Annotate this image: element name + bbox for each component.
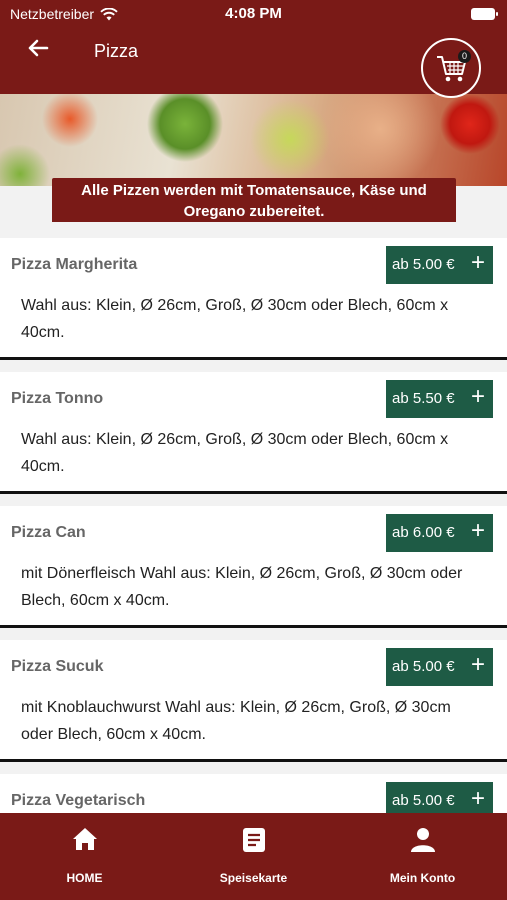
plus-icon: +: [470, 249, 485, 276]
pizza-description: Wahl aus: Klein, Ø 26cm, Groß, Ø 30cm od…: [21, 431, 449, 475]
arrow-left-icon: [28, 39, 49, 57]
tab-bar: HOME Speisekarte Mein Konto: [0, 813, 507, 900]
battery-icon: [471, 8, 498, 20]
list-item[interactable]: Pizza Sucuk ab 5.00 € + mit Knoblauchwur…: [0, 640, 507, 762]
pizza-name: Pizza Sucuk: [11, 658, 104, 675]
pizza-name: Pizza Can: [11, 524, 86, 541]
pizza-name: Pizza Tonno: [11, 390, 104, 407]
status-time: 4:08 PM: [225, 5, 282, 22]
banner-image: [0, 94, 507, 186]
menu-card-icon: [242, 828, 265, 852]
pizza-description: Wahl aus: Klein, Ø 26cm, Groß, Ø 30cm od…: [21, 297, 449, 341]
list-item[interactable]: Pizza Margherita ab 5.00 € + Wahl aus: K…: [0, 238, 507, 360]
sauce-notice: Alle Pizzen werden mit Tomatensauce, Käs…: [52, 178, 456, 222]
pizza-description: mit Knoblauchwurst Wahl aus: Klein, Ø 26…: [21, 699, 451, 743]
pizza-list: Pizza Margherita ab 5.00 € + Wahl aus: K…: [0, 238, 507, 900]
cart-count-badge: 0: [458, 50, 471, 63]
tab-home-label: HOME: [66, 871, 103, 885]
app-header: Pizza 0: [0, 28, 507, 98]
price-label: ab 6.00 €: [392, 524, 455, 541]
pizza-description: mit Dönerfleisch Wahl aus: Klein, Ø 26cm…: [21, 565, 463, 609]
tab-menu[interactable]: Speisekarte: [169, 813, 338, 900]
price-label: ab 5.00 €: [392, 658, 455, 675]
home-icon: [72, 828, 97, 850]
add-pizza-button[interactable]: ab 6.00 € +: [386, 514, 493, 552]
pizza-name: Pizza Vegetarisch: [11, 792, 146, 809]
tab-menu-label: Speisekarte: [219, 871, 288, 885]
add-pizza-button[interactable]: ab 5.50 € +: [386, 380, 493, 418]
pizza-banner: Alle Pizzen werden mit Tomatensauce, Käs…: [0, 94, 507, 222]
tab-home[interactable]: HOME: [0, 813, 169, 900]
plus-icon: +: [470, 517, 485, 544]
tab-account[interactable]: Mein Konto: [338, 813, 507, 900]
price-label: ab 5.50 €: [392, 390, 455, 407]
list-item[interactable]: Pizza Tonno ab 5.50 € + Wahl aus: Klein,…: [0, 372, 507, 494]
user-icon: [410, 828, 435, 852]
pizza-name: Pizza Margherita: [11, 256, 138, 273]
tab-account-label: Mein Konto: [389, 871, 456, 885]
price-label: ab 5.00 €: [392, 256, 455, 273]
plus-icon: +: [470, 651, 485, 678]
plus-icon: +: [470, 785, 485, 812]
price-label: ab 5.00 €: [392, 792, 455, 809]
status-bar: Netzbetreiber 4:08 PM: [0, 0, 507, 28]
page-title: Pizza: [94, 41, 139, 61]
add-pizza-button[interactable]: ab 5.00 € +: [386, 246, 493, 284]
add-pizza-button[interactable]: ab 5.00 € +: [386, 648, 493, 686]
cart-button[interactable]: 0: [421, 38, 481, 98]
plus-icon: +: [470, 383, 485, 410]
list-item[interactable]: Pizza Can ab 6.00 € + mit Dönerfleisch W…: [0, 506, 507, 628]
back-button[interactable]: [26, 36, 56, 66]
